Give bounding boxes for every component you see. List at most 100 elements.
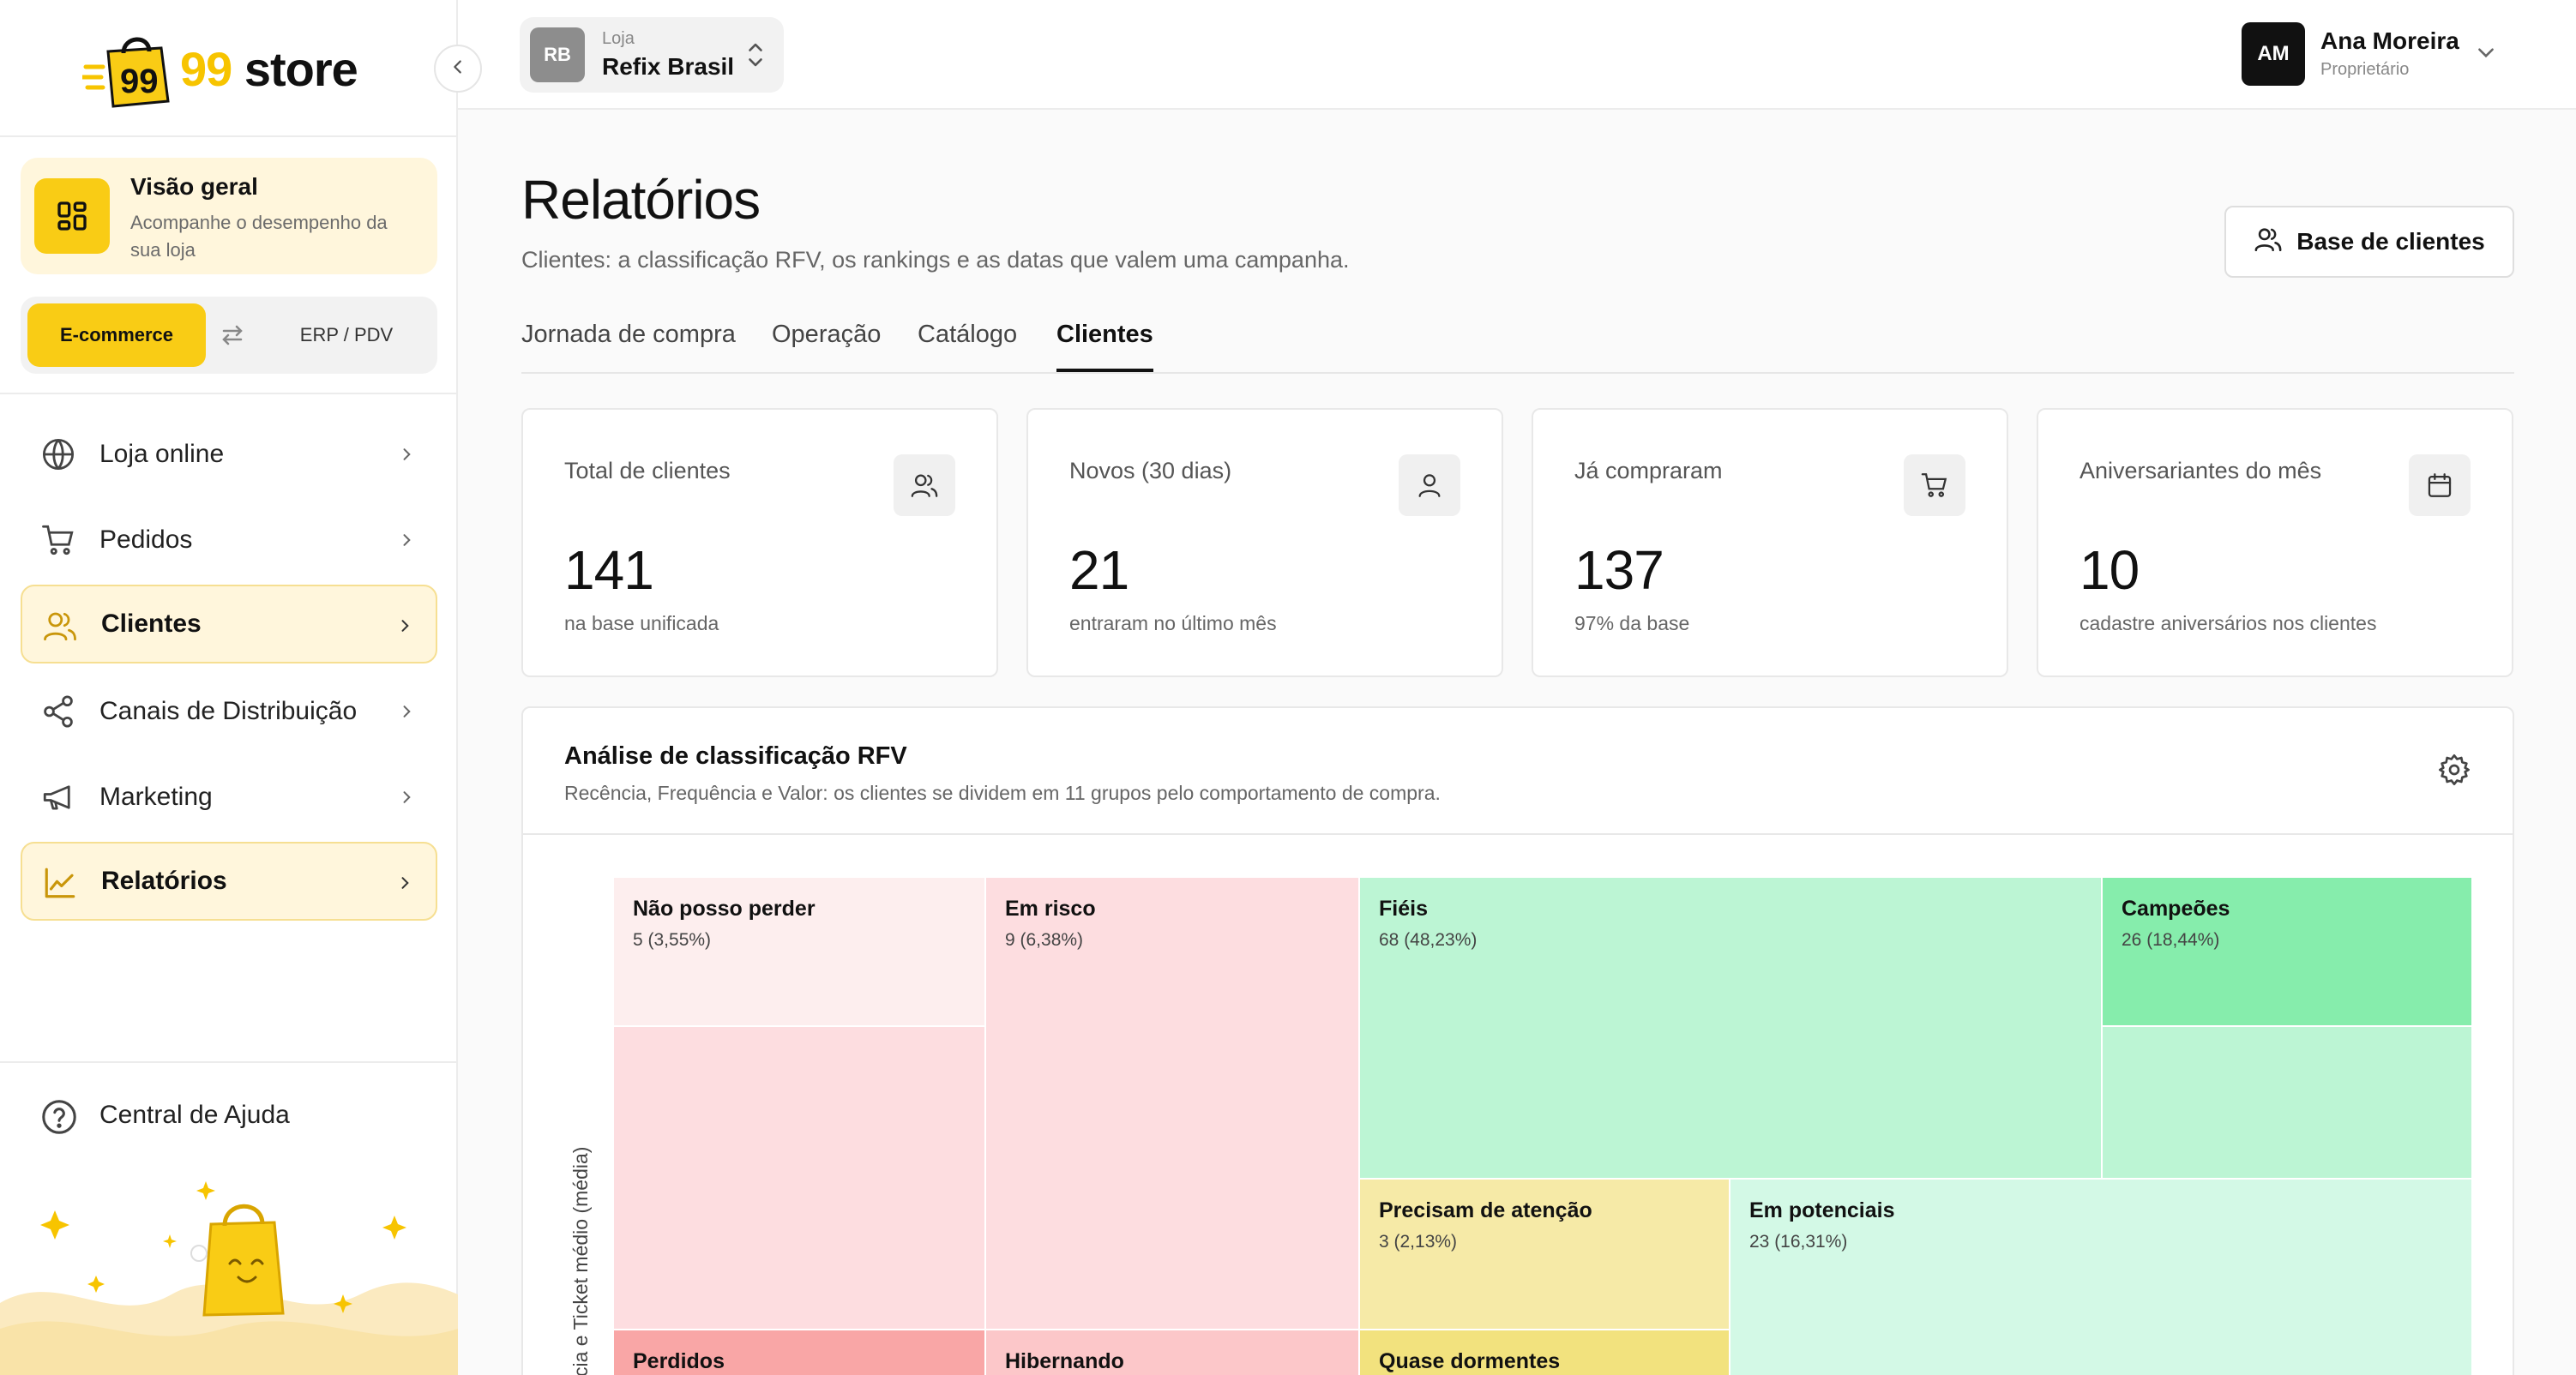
- settings-gear-icon[interactable]: [2437, 753, 2471, 791]
- help-circle-icon: [39, 1097, 79, 1141]
- help-center-label: Central de Ajuda: [99, 1101, 290, 1129]
- kpi-card-aniversariantes: Aniversariantes do mês 10 cadastre anive…: [2037, 408, 2513, 677]
- chevron-right-icon: [393, 871, 417, 895]
- sidebar-item-canais-de-distribuicao[interactable]: Canais de Distribuição: [21, 672, 437, 751]
- sidebar: 99 99 store Visão geral Acompanhe o dese…: [0, 0, 482, 1375]
- rfv-group-name: Perdidos: [633, 1349, 725, 1373]
- sidebar-item-clientes[interactable]: Clientes: [21, 585, 437, 663]
- rfv-group-name: Hibernando: [1005, 1349, 1124, 1373]
- overview-subtitle: Acompanhe o desempenho da sua loja: [130, 212, 388, 261]
- user-icon: [1399, 454, 1460, 516]
- kpi-value: 137: [1574, 539, 1664, 601]
- rfv-cell-campeoes-lower[interactable]: [2103, 1027, 2471, 1178]
- help-center-link[interactable]: Central de Ajuda: [21, 1078, 437, 1156]
- user-name[interactable]: Ana Moreira: [2320, 27, 2459, 55]
- mode-erp-pdv-button[interactable]: ERP / PDV: [269, 303, 424, 367]
- swap-arrows-icon[interactable]: [214, 317, 250, 353]
- rfv-group-name: Em potenciais: [1749, 1198, 1895, 1222]
- kpi-card-novos: Novos (30 dias) 21 entraram no último mê…: [1026, 408, 1503, 677]
- tab-catalogo[interactable]: Catálogo: [918, 321, 1017, 372]
- users-icon: [2254, 225, 2283, 260]
- rfv-group-value: 5 (3,55%): [633, 930, 712, 950]
- rfv-group-value: 23 (16,31%): [1749, 1232, 1848, 1252]
- rfv-cell-precisam-de-atencao[interactable]: Precisam de atenção 3 (2,13%): [1360, 1180, 1729, 1329]
- chevron-down-icon[interactable]: [2475, 41, 2497, 68]
- chevron-left-icon: [448, 57, 467, 81]
- kpi-card-ja-compraram: Já compraram 137 97% da base: [1532, 408, 2008, 677]
- sidebar-item-label: Pedidos: [99, 525, 193, 554]
- rfv-group-name: Campeões: [2122, 897, 2230, 921]
- kpi-label: Total de clientes: [564, 458, 731, 483]
- channel-mode-switch: E-commerce ERP / PDV: [21, 297, 437, 374]
- users-icon: [894, 454, 955, 516]
- users-icon: [41, 607, 79, 645]
- sidebar-item-marketing[interactable]: Marketing: [21, 758, 437, 837]
- rfv-group-value: 68 (48,23%): [1379, 930, 1478, 950]
- tab-jornada-de-compra[interactable]: Jornada de compra: [521, 321, 736, 372]
- kpi-value: 10: [2079, 539, 2140, 601]
- cart-icon: [39, 521, 77, 559]
- customer-base-button-label: Base de clientes: [2296, 228, 2485, 255]
- sidebar-item-label: Clientes: [101, 609, 202, 638]
- rfv-group-name: Quase dormentes: [1379, 1349, 1561, 1373]
- sidebar-divider: [0, 135, 458, 137]
- tab-operacao[interactable]: Operação: [772, 321, 881, 372]
- rfv-cell-fieis[interactable]: Fiéis 68 (48,23%): [1360, 878, 2101, 1178]
- mode-ecommerce-button[interactable]: E-commerce: [27, 303, 206, 367]
- tab-clientes[interactable]: Clientes: [1056, 321, 1153, 372]
- rfv-group-name: Fiéis: [1379, 897, 1428, 921]
- rfv-group-value: 26 (18,44%): [2122, 930, 2220, 950]
- brand-logo[interactable]: 99 99 store: [80, 26, 358, 111]
- kpi-value: 21: [1069, 539, 1129, 601]
- kpi-card-total-clientes: Total de clientes 141 na base unificada: [521, 408, 998, 677]
- chevron-right-icon: [394, 700, 418, 724]
- overview-card[interactable]: Visão geral Acompanhe o desempenho da su…: [21, 158, 437, 274]
- rfv-group-value: 9 (6,38%): [1005, 930, 1084, 950]
- chevron-right-icon: [394, 785, 418, 809]
- rfv-group-name: Precisam de atenção: [1379, 1198, 1592, 1222]
- rfv-title: Análise de classificação RFV: [564, 742, 907, 770]
- store-selector[interactable]: RB Loja Refix Brasil: [520, 17, 784, 93]
- customer-base-button[interactable]: Base de clientes: [2224, 206, 2514, 278]
- rfv-cell-em-potenciais[interactable]: Em potenciais 23 (16,31%): [1730, 1180, 2471, 1375]
- dashboard-grid-icon: [34, 178, 110, 254]
- chevron-right-icon: [394, 442, 418, 466]
- rfv-cell-campeoes[interactable]: Campeões 26 (18,44%): [2103, 878, 2471, 1025]
- rfv-cell-perdidos[interactable]: Perdidos: [614, 1330, 984, 1375]
- sidebar-item-loja-online[interactable]: Loja online: [21, 415, 437, 494]
- rfv-card-header: Análise de classificação RFV Recência, F…: [523, 708, 2513, 835]
- chevron-right-icon: [393, 614, 417, 638]
- kpi-note: entraram no último mês: [1069, 612, 1277, 634]
- sidebar-item-label: Canais de Distribuição: [99, 697, 358, 725]
- sidebar-item-pedidos[interactable]: Pedidos: [21, 501, 437, 579]
- rfv-cell-em-risco[interactable]: Em risco 9 (6,38%): [986, 878, 1358, 1329]
- sidebar-item-label: Relatórios: [101, 867, 227, 895]
- sidebar-item-relatorios[interactable]: Relatórios: [21, 842, 437, 921]
- store-name: Refix Brasil: [602, 53, 735, 80]
- rfv-cell-nao-posso-perder[interactable]: Não posso perder 5 (3,55%): [614, 878, 984, 1025]
- kpi-label: Aniversariantes do mês: [2079, 458, 2322, 483]
- page-title: Relatórios: [521, 169, 761, 231]
- store-selector-label: Loja: [602, 29, 635, 48]
- rfv-cell-quase-dormentes[interactable]: Quase dormentes: [1360, 1330, 1729, 1375]
- user-role: Proprietário: [2320, 60, 2410, 79]
- rfv-cell-nao-posso-perder-lower[interactable]: [614, 1027, 984, 1329]
- rfv-cell-hibernando[interactable]: Hibernando: [986, 1330, 1358, 1375]
- rfv-group-name: Não posso perder: [633, 897, 816, 921]
- calendar-icon: [2409, 454, 2471, 516]
- rfv-group-value: 3 (2,13%): [1379, 1232, 1458, 1252]
- rfv-group-name: Em risco: [1005, 897, 1096, 921]
- collapse-sidebar-button[interactable]: [434, 45, 482, 93]
- cart-icon: [1904, 454, 1965, 516]
- sidebar-item-label: Loja online: [99, 440, 225, 468]
- globe-icon: [39, 435, 77, 473]
- kpi-value: 141: [564, 539, 654, 601]
- user-avatar[interactable]: AM: [2242, 22, 2305, 86]
- rfv-subtitle: Recência, Frequência e Valor: os cliente…: [564, 782, 1441, 804]
- rfv-analysis-card: Análise de classificação RFV Recência, F…: [521, 706, 2514, 1375]
- top-bar: RB Loja Refix Brasil AM Ana Moreira Prop…: [458, 0, 2576, 110]
- kpi-note: 97% da base: [1574, 612, 1690, 634]
- chart-line-icon: [41, 864, 79, 902]
- kpi-note: na base unificada: [564, 612, 719, 634]
- chevrons-up-down-icon: [744, 39, 767, 75]
